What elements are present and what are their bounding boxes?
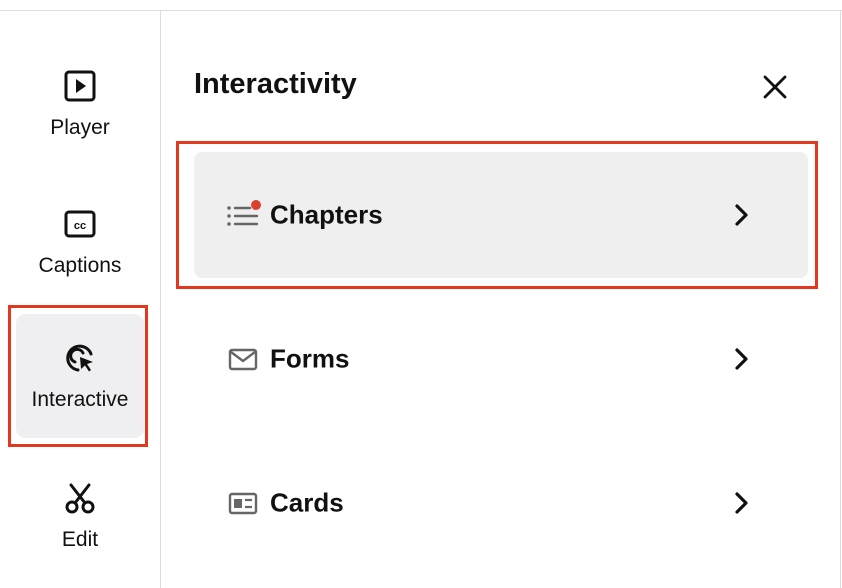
chevron-right-icon: [730, 201, 754, 229]
sidebar-item-label: Player: [50, 116, 110, 139]
notification-dot: [251, 200, 261, 210]
menu-row-label: Cards: [270, 487, 344, 518]
sidebar-item-edit[interactable]: Edit: [16, 454, 144, 578]
sidebar-item-interactive[interactable]: Interactive: [16, 314, 144, 438]
chevron-right-icon: [730, 489, 754, 517]
menu-row-cards[interactable]: Cards: [194, 440, 808, 566]
panel-right-border: [840, 10, 841, 588]
envelope-icon: [222, 343, 262, 375]
menu-row-label: Chapters: [270, 199, 383, 230]
panel-title: Interactivity: [194, 68, 357, 100]
chevron-right-icon: [730, 345, 754, 373]
list-icon: [222, 199, 262, 231]
close-button[interactable]: [756, 70, 794, 108]
menu-row-forms[interactable]: Forms: [194, 296, 808, 422]
sidebar-item-player[interactable]: Player: [16, 42, 144, 166]
svg-text:cc: cc: [74, 220, 86, 232]
cc-icon: cc: [62, 206, 98, 242]
sidebar-item-label: Interactive: [31, 388, 129, 411]
top-border: [0, 10, 842, 11]
menu-row-label: Forms: [270, 343, 350, 374]
close-icon: [762, 74, 788, 105]
sidebar-item-captions[interactable]: cc Captions: [16, 180, 144, 304]
sidebar-item-label: Edit: [61, 528, 99, 551]
card-icon: [222, 487, 262, 519]
sidebar-divider: [160, 10, 161, 588]
interactive-cursor-icon: [62, 340, 98, 376]
menu-row-chapters[interactable]: Chapters: [194, 152, 808, 278]
scissors-icon: [62, 480, 98, 516]
sidebar-item-label: Captions: [38, 254, 122, 277]
play-icon: [62, 68, 98, 104]
